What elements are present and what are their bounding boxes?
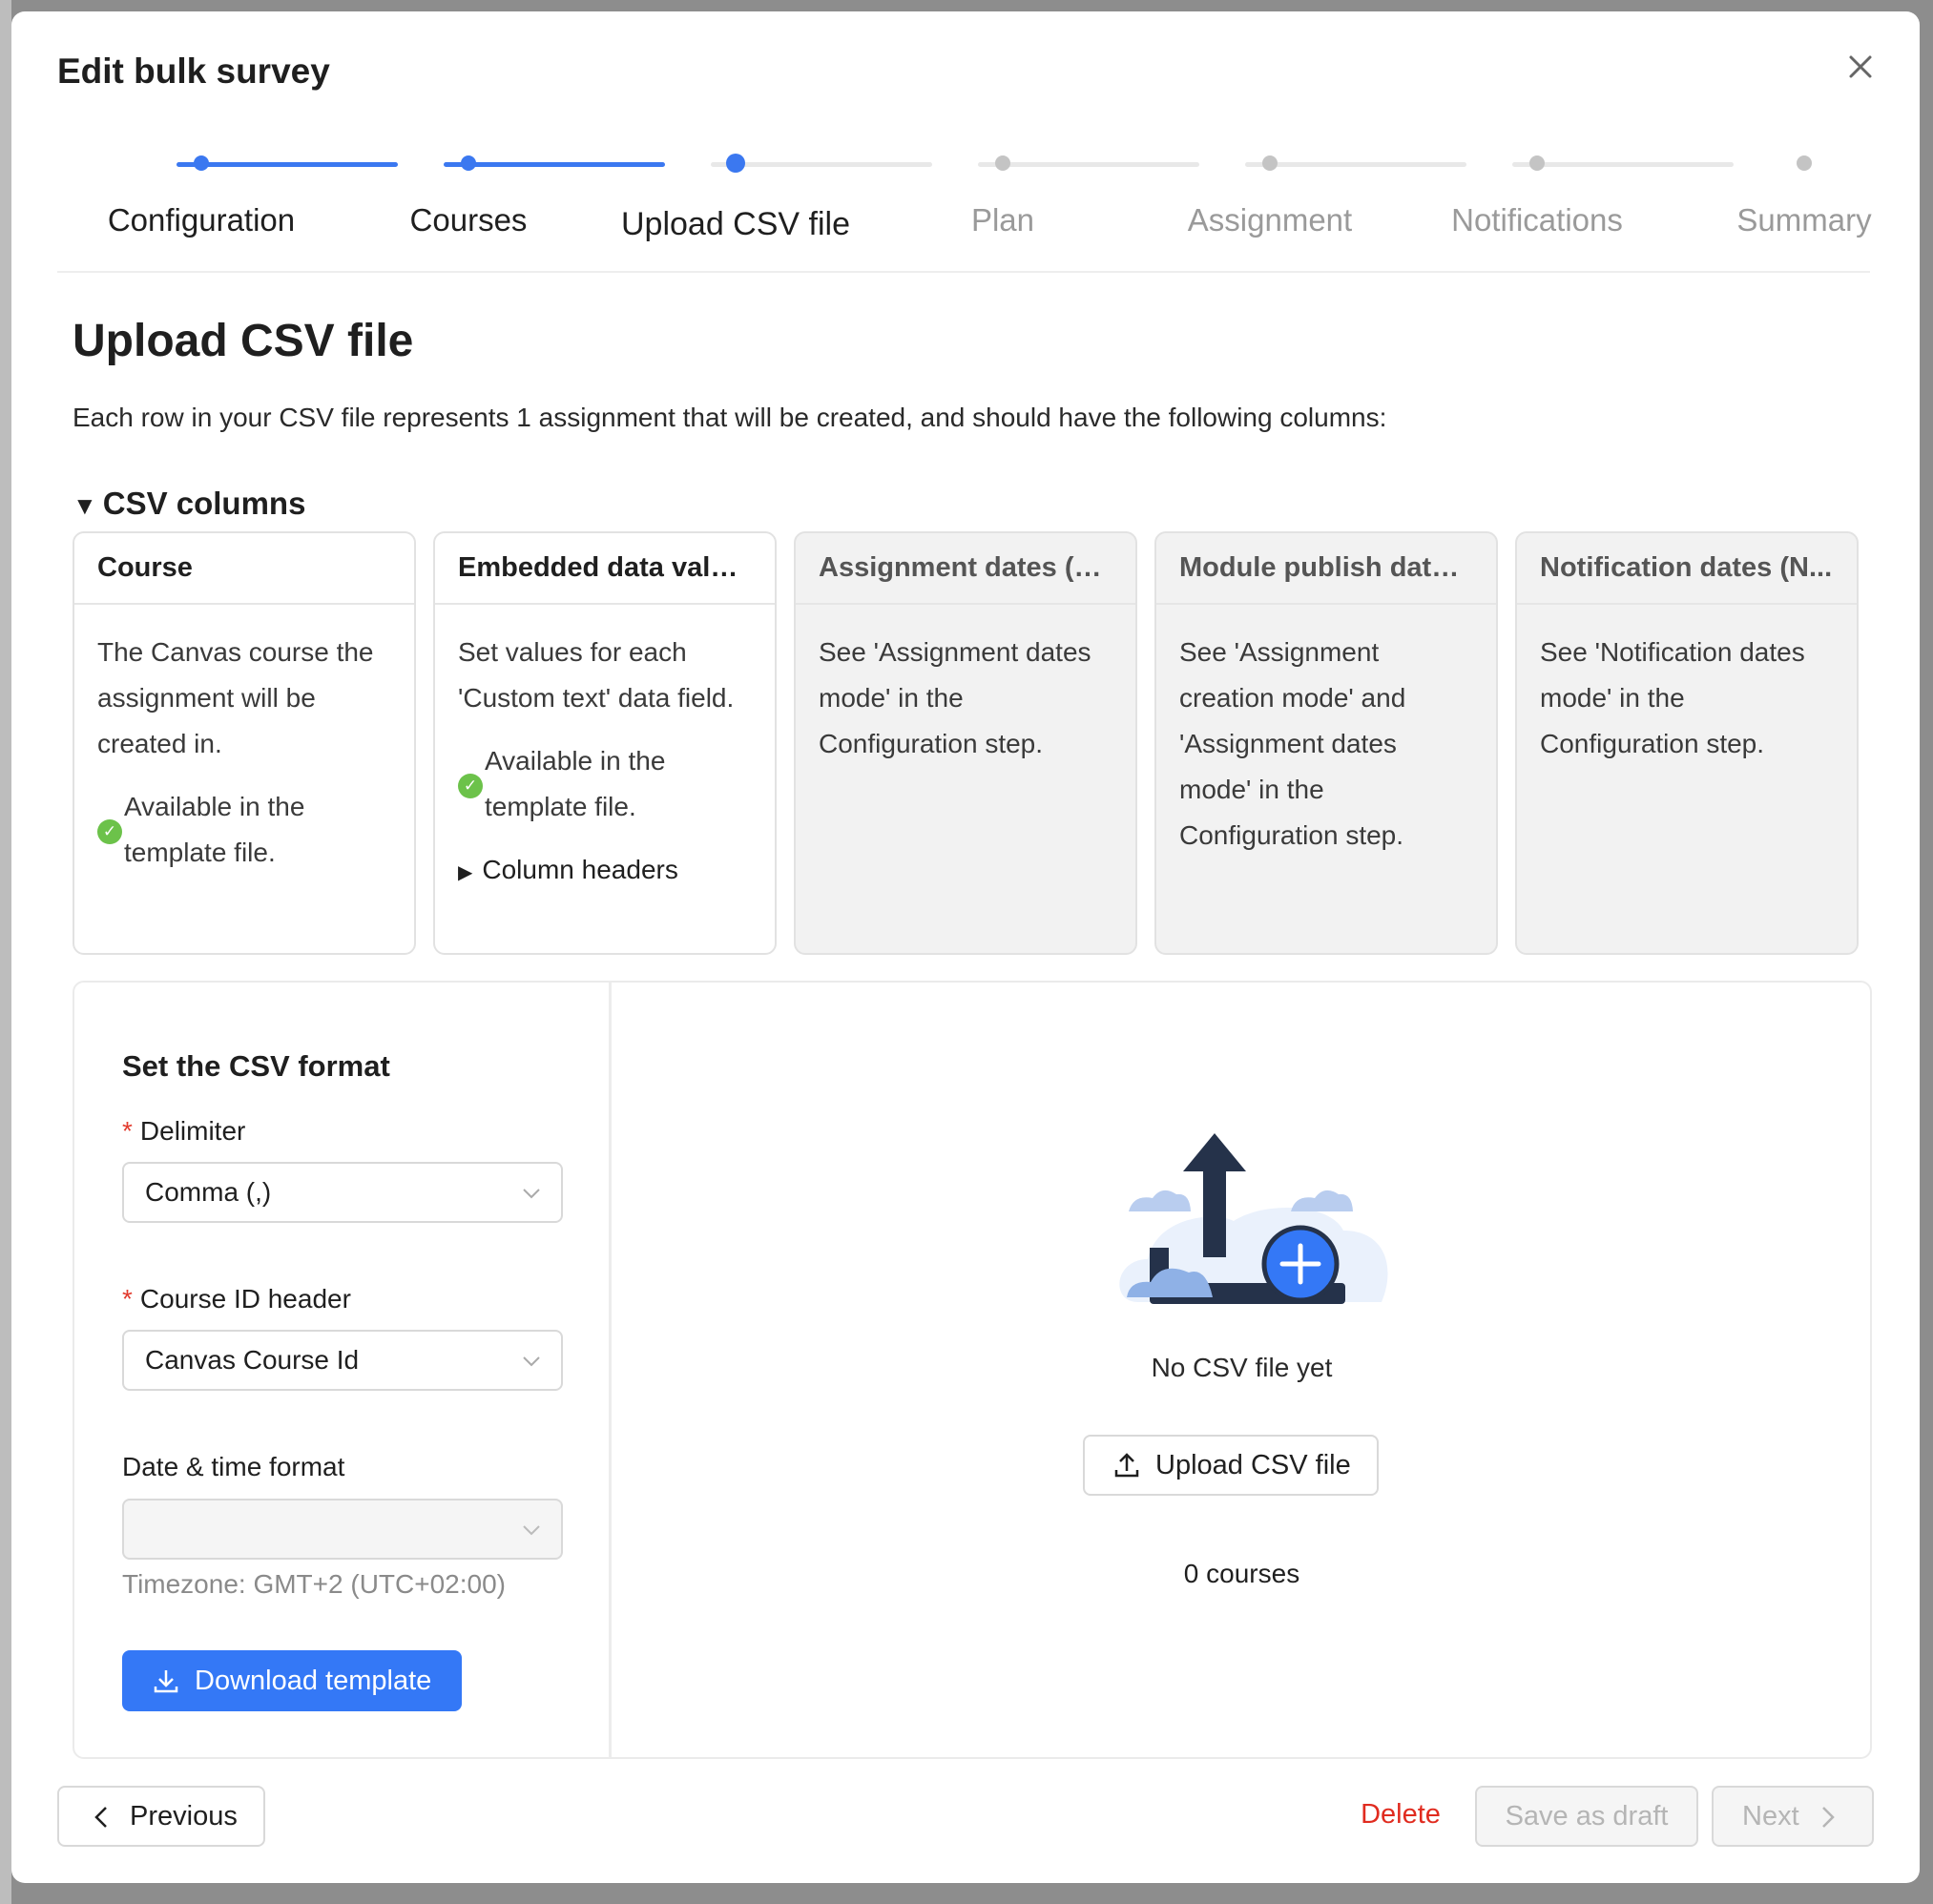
check-circle-icon: ✓ xyxy=(458,774,483,798)
column-card-module-publish-date: Module publish date ... See 'Assignment … xyxy=(1154,531,1498,955)
modal-title: Edit bulk survey xyxy=(57,52,330,91)
card-title: Embedded data values xyxy=(435,533,775,605)
card-title: Course xyxy=(74,533,414,605)
step-assignment: Assignment xyxy=(1187,202,1353,238)
card-title: Module publish date ... xyxy=(1156,533,1496,605)
step-dot-plan xyxy=(995,155,1010,171)
step-dot-summary xyxy=(1797,155,1812,171)
card-title: Notification dates (N... xyxy=(1517,533,1857,605)
card-description: See 'Notification dates mode' in the Con… xyxy=(1540,637,1805,758)
step-plan: Plan xyxy=(970,202,1035,238)
divider xyxy=(57,271,1870,273)
column-card-course: Course The Canvas course the assignment … xyxy=(73,531,416,955)
check-circle-icon: ✓ xyxy=(97,819,122,844)
step-configuration[interactable]: Configuration xyxy=(68,202,335,238)
chevron-right-icon xyxy=(1822,1807,1835,1828)
download-template-button[interactable]: Download template xyxy=(122,1650,462,1711)
step-dot-assignment xyxy=(1262,155,1278,171)
delimiter-label: * Delimiter xyxy=(122,1116,246,1146)
availability-text: Available in the template file. xyxy=(124,792,305,867)
step-notifications: Notifications xyxy=(1451,202,1623,238)
card-description: See 'Assignment creation mode' and 'Assi… xyxy=(1179,637,1406,850)
chevron-down-icon xyxy=(523,1356,540,1367)
chevron-down-icon xyxy=(523,1189,540,1199)
close-icon[interactable] xyxy=(1841,48,1880,86)
step-connector xyxy=(444,162,665,167)
delimiter-value: Comma (,) xyxy=(145,1177,272,1207)
csv-columns-toggle[interactable]: ▼ CSV columns xyxy=(73,486,305,522)
template-availability: ✓ Available in the template file. xyxy=(97,784,391,876)
download-template-label: Download template xyxy=(195,1666,432,1696)
page-description: Each row in your CSV file represents 1 a… xyxy=(73,403,1387,432)
chevron-left-icon xyxy=(94,1807,107,1828)
step-dot-configuration xyxy=(194,155,209,171)
upload-illustration xyxy=(1119,1133,1388,1304)
course-id-header-value: Canvas Course Id xyxy=(145,1345,360,1375)
step-summary: Summary xyxy=(1736,202,1872,238)
step-upload-csv[interactable]: Upload CSV file xyxy=(602,206,869,243)
csv-columns-label: CSV columns xyxy=(102,486,306,521)
delete-button[interactable]: Delete xyxy=(1343,1786,1458,1847)
previous-label: Previous xyxy=(130,1801,238,1832)
step-courses[interactable]: Courses xyxy=(335,202,602,238)
card-description: Set values for each 'Custom text' data f… xyxy=(458,637,735,713)
previous-button[interactable]: Previous xyxy=(57,1786,265,1847)
chevron-down-icon xyxy=(523,1525,540,1536)
step-dot-upload-csv xyxy=(726,154,745,173)
column-card-embedded-data: Embedded data values Set values for each… xyxy=(433,531,777,955)
step-connector xyxy=(177,162,398,167)
triangle-right-icon: ▶ xyxy=(458,862,473,883)
next-button[interactable]: Next xyxy=(1712,1786,1874,1847)
csv-columns-list: Course The Canvas course the assignment … xyxy=(73,531,1872,957)
download-icon xyxy=(154,1670,178,1693)
next-label: Next xyxy=(1742,1801,1799,1832)
save-draft-button[interactable]: Save as draft xyxy=(1475,1786,1698,1847)
csv-format-title: Set the CSV format xyxy=(122,1049,390,1083)
availability-text: Available in the template file. xyxy=(485,746,666,821)
edit-bulk-survey-modal: Edit bulk survey Configuration Courses U… xyxy=(11,11,1920,1883)
upload-csv-label: Upload CSV file xyxy=(1155,1450,1351,1480)
step-dot-courses xyxy=(461,155,476,171)
timezone-hint: Timezone: GMT+2 (UTC+02:00) xyxy=(122,1569,506,1599)
courses-count: 0 courses xyxy=(1183,1559,1300,1588)
no-file-message: No CSV file yet xyxy=(1151,1353,1333,1382)
column-headers-label: Column headers xyxy=(482,855,678,884)
column-headers-toggle[interactable]: ▶ Column headers xyxy=(458,847,752,896)
column-card-assignment-dates: Assignment dates (N... See 'Assignment d… xyxy=(794,531,1137,955)
template-availability: ✓ Available in the template file. xyxy=(458,738,752,830)
required-mark: * xyxy=(122,1284,133,1314)
triangle-down-icon: ▼ xyxy=(73,491,97,520)
page-title: Upload CSV file xyxy=(73,316,414,366)
step-connector xyxy=(1245,162,1466,167)
card-description: See 'Assignment dates mode' in the Confi… xyxy=(819,637,1091,758)
card-description: The Canvas course the assignment will be… xyxy=(97,637,374,758)
upload-icon xyxy=(1114,1453,1139,1478)
course-id-header-label: * Course ID header xyxy=(122,1284,351,1314)
datetime-format-label: Date & time format xyxy=(122,1452,345,1481)
csv-upload-panel: Set the CSV format * Delimiter Comma (,) … xyxy=(73,981,1872,1759)
required-mark: * xyxy=(122,1116,133,1146)
upload-csv-button[interactable]: Upload CSV file xyxy=(1083,1435,1379,1496)
stepper: Configuration Courses Upload CSV file Pl… xyxy=(57,135,1872,259)
datetime-format-select[interactable] xyxy=(122,1499,563,1560)
course-id-header-select[interactable]: Canvas Course Id xyxy=(122,1330,563,1391)
backdrop xyxy=(0,0,11,1904)
delimiter-select[interactable]: Comma (,) xyxy=(122,1162,563,1223)
column-card-notification-dates: Notification dates (N... See 'Notificati… xyxy=(1515,531,1859,955)
step-dot-notifications xyxy=(1529,155,1545,171)
step-connector xyxy=(1512,162,1734,167)
step-connector xyxy=(978,162,1199,167)
card-title: Assignment dates (N... xyxy=(796,533,1135,605)
